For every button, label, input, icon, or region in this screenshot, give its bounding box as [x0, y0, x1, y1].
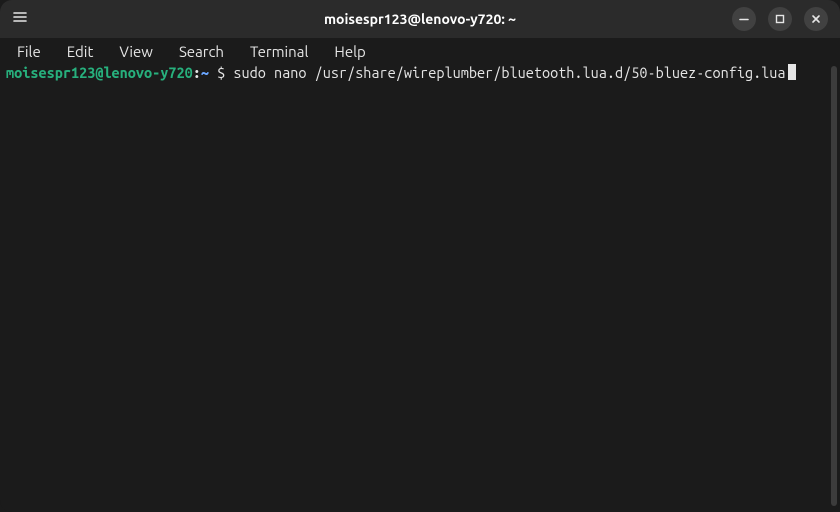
prompt-path: ~	[201, 64, 209, 81]
hamburger-icon	[12, 9, 28, 29]
prompt-separator: :	[193, 64, 201, 81]
window-controls	[732, 7, 834, 31]
scrollbar-track[interactable]	[828, 64, 840, 512]
app-menu-button[interactable]	[6, 5, 34, 33]
titlebar: moisespr123@lenovo-y720: ~	[0, 0, 840, 38]
maximize-icon	[775, 14, 785, 24]
close-button[interactable]	[804, 7, 828, 31]
menubar: File Edit View Search Terminal Help	[0, 38, 840, 64]
text-cursor	[788, 64, 796, 80]
menu-file[interactable]: File	[4, 41, 54, 62]
menu-view[interactable]: View	[106, 41, 166, 62]
terminal-window: moisespr123@lenovo-y720: ~ File Edit Vi	[0, 0, 840, 512]
maximize-button[interactable]	[768, 7, 792, 31]
prompt-user-host: moisespr123@lenovo-y720	[6, 64, 193, 81]
menu-search[interactable]: Search	[166, 41, 237, 62]
typed-command: sudo nano /usr/share/wireplumber/bluetoo…	[233, 64, 785, 81]
menu-help[interactable]: Help	[321, 41, 378, 62]
close-icon	[811, 14, 821, 24]
minimize-icon	[739, 14, 749, 24]
window-title: moisespr123@lenovo-y720: ~	[0, 11, 840, 27]
menu-terminal[interactable]: Terminal	[237, 41, 321, 62]
terminal-surface[interactable]: moisespr123@lenovo-y720:~ $ sudo nano /u…	[0, 64, 828, 512]
prompt-symbol: $	[209, 64, 233, 81]
terminal-area: moisespr123@lenovo-y720:~ $ sudo nano /u…	[0, 64, 840, 512]
minimize-button[interactable]	[732, 7, 756, 31]
menu-edit[interactable]: Edit	[54, 41, 107, 62]
scrollbar-thumb[interactable]	[831, 66, 837, 506]
